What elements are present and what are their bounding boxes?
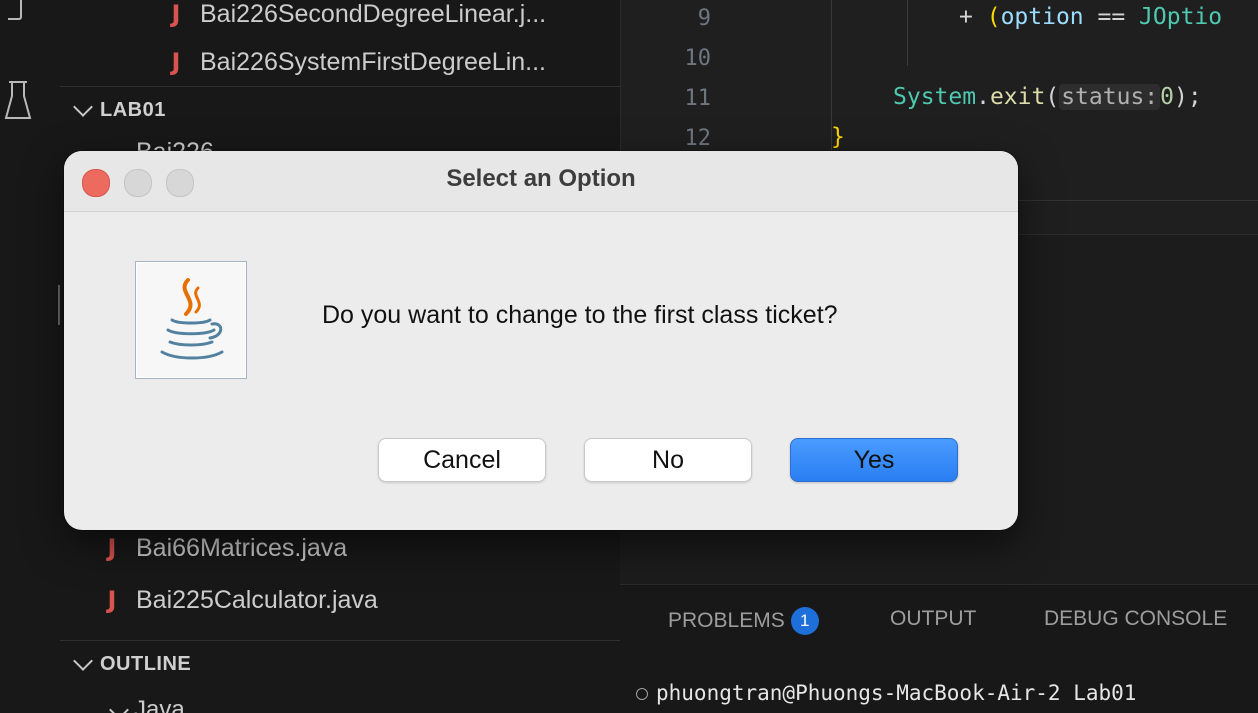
file-name: Bai226SecondDegreeLinear.j...	[200, 0, 547, 28]
file-name: Bai225Calculator.java	[136, 585, 378, 614]
cancel-button[interactable]: Cancel	[378, 438, 546, 482]
file-item[interactable]: J Bai225Calculator.java	[60, 580, 620, 620]
section-label: LAB01	[100, 98, 166, 121]
chevron-down-icon	[109, 700, 129, 713]
chevron-down-icon	[73, 97, 93, 117]
explorer-icon[interactable]	[8, 0, 22, 20]
line-number: 9	[697, 6, 711, 31]
tab-debug-console[interactable]: DEBUG CONSOLE	[1044, 607, 1227, 631]
dialog-titlebar[interactable]: Select an Option	[64, 151, 1018, 212]
terminal-text: phuongtran@Phuongs-MacBook-Air-2 Lab01	[656, 681, 1137, 705]
command-decoration-icon	[636, 688, 648, 700]
section-lab01[interactable]: LAB01	[60, 86, 620, 133]
indent-guide	[907, 0, 908, 66]
tab-label: DEBUG CONSOLE	[1044, 607, 1228, 630]
file-name: Bai66Matrices.java	[136, 533, 348, 562]
tab-label: PROBLEMS	[668, 609, 785, 632]
bottom-panel: PROBLEMS 1 OUTPUT DEBUG CONSOLE phuongtr…	[620, 584, 1258, 713]
terminal-prompt[interactable]: phuongtran@Phuongs-MacBook-Air-2 Lab01	[636, 681, 1136, 705]
chevron-down-icon	[73, 651, 93, 671]
java-file-icon: J	[107, 586, 117, 614]
file-name: Bai226SystemFirstDegreeLin...	[200, 47, 546, 76]
tab-problems[interactable]: PROBLEMS 1	[668, 607, 819, 635]
line-number: 10	[684, 46, 712, 71]
testing-flask-icon[interactable]	[4, 80, 32, 124]
line-number: 12	[684, 126, 712, 151]
problems-count-badge: 1	[790, 607, 819, 635]
section-label: OUTLINE	[100, 652, 192, 675]
parameter-hint: status:	[1059, 84, 1161, 110]
screen: J Bai226SecondDegreeLinear.j... J Bai226…	[0, 0, 1258, 713]
java-coffee-cup-icon	[135, 261, 247, 379]
tab-output[interactable]: OUTPUT	[890, 607, 976, 631]
yes-button[interactable]: Yes	[790, 438, 958, 482]
activity-bar	[0, 0, 60, 713]
java-file-icon: J	[107, 534, 117, 562]
tab-label: OUTPUT	[890, 607, 977, 630]
code-line-11: System.exit(status:0);	[893, 84, 1202, 110]
outline-item-partial[interactable]: Java	[109, 696, 185, 713]
section-outline[interactable]: OUTLINE	[60, 640, 620, 687]
line-number: 11	[684, 86, 712, 111]
file-item[interactable]: J Bai226SecondDegreeLinear.j...	[60, 0, 620, 34]
dialog-message: Do you want to change to the first class…	[322, 301, 838, 329]
option-dialog: Select an Option Do you want to change t…	[64, 151, 1018, 530]
java-file-icon: J	[171, 0, 181, 28]
file-item[interactable]: J Bai66Matrices.java	[60, 528, 620, 568]
code-line-9: + (option == JOptio	[959, 4, 1223, 30]
file-item[interactable]: J Bai226SystemFirstDegreeLin...	[60, 42, 620, 82]
dialog-title: Select an Option	[446, 165, 636, 192]
java-file-icon: J	[171, 48, 181, 76]
code-line-12: }	[831, 124, 845, 150]
outline-item-label: Java	[134, 696, 185, 713]
no-button[interactable]: No	[584, 438, 752, 482]
